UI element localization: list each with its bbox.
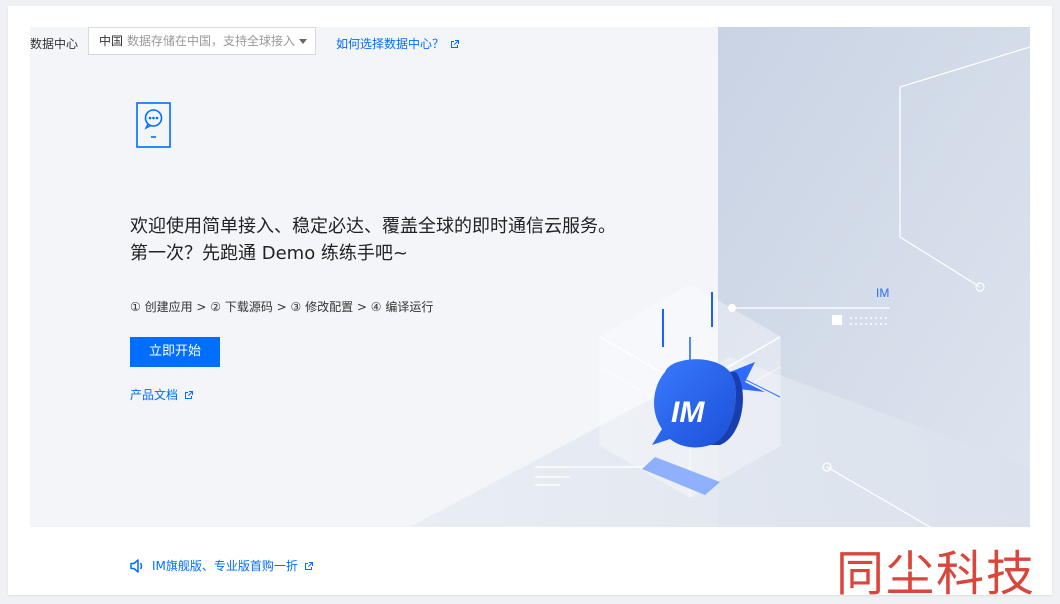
data-center-label: 数据中心	[30, 37, 79, 51]
external-link-icon	[451, 40, 460, 48]
product-docs-link[interactable]: 产品文档	[130, 386, 194, 403]
setup-steps: ① 创建应用 > ② 下载源码 > ③ 修改配置 > ④ 编译运行	[130, 300, 434, 314]
chat-app-icon	[136, 102, 171, 148]
data-center-help-link[interactable]: 如何选择数据中心？	[336, 35, 460, 52]
promo-link[interactable]: IM旗舰版、专业版首购一折	[130, 557, 314, 574]
watermark-text: 同尘科技	[836, 546, 1037, 602]
headline-line-2: 第一次？先跑通 Demo 练练手吧~	[130, 243, 409, 264]
chevron-down-icon	[299, 39, 307, 44]
external-link-icon	[185, 391, 194, 399]
speaker-icon	[130, 559, 143, 573]
data-center-hint: 数据存储在中国，支持全球接入	[127, 34, 296, 48]
headline-line-1: 欢迎使用简单接入、稳定必达、覆盖全球的即时通信云服务。	[130, 216, 616, 237]
external-link-icon	[304, 562, 313, 570]
data-center-value: 中国	[99, 34, 124, 48]
im-wall-label: IM	[876, 286, 889, 300]
hero-headline: 欢迎使用简单接入、稳定必达、覆盖全球的即时通信云服务。 第一次？先跑通 Demo…	[130, 213, 616, 267]
hero-banner: IM IM	[30, 27, 1030, 527]
im-bubble-text: IM	[671, 396, 705, 429]
data-center-select[interactable]: 中国 数据存储在中国，支持全球接入	[88, 27, 316, 55]
start-now-button[interactable]: 立即开始	[130, 337, 220, 367]
hero-illustration: IM IM	[410, 27, 1030, 527]
